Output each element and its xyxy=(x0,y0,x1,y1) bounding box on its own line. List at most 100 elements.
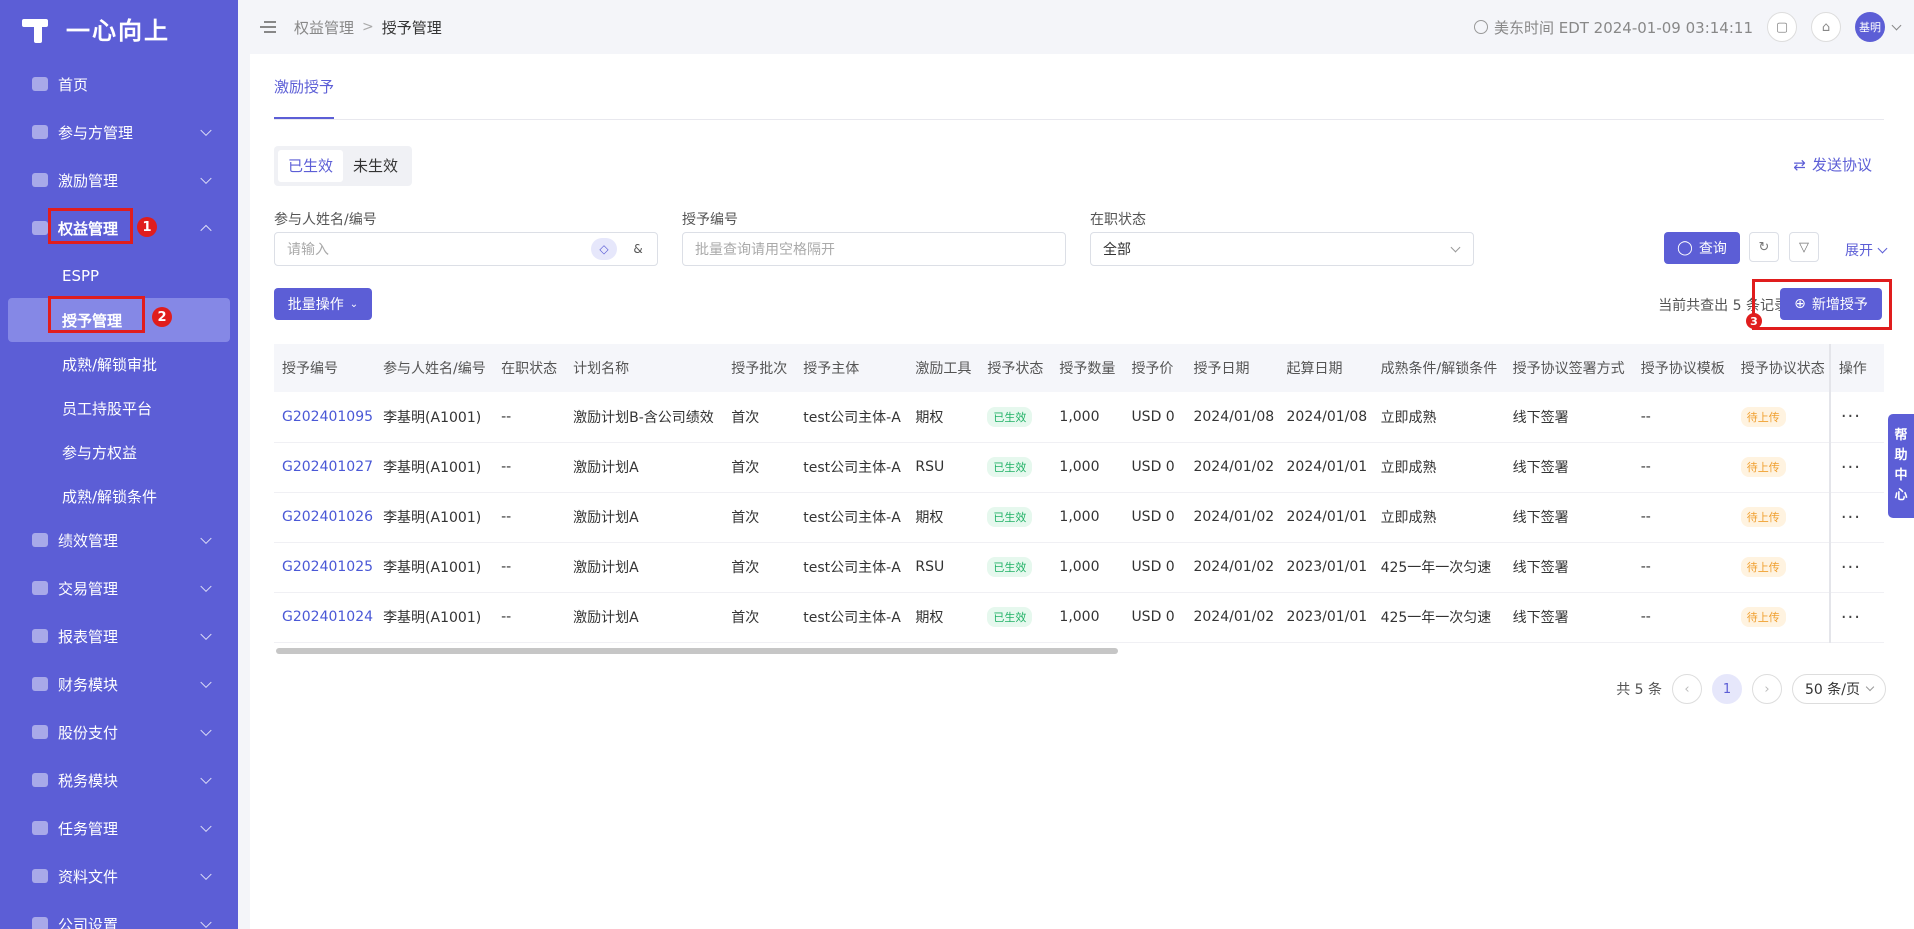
fuzzy-search-icon[interactable]: ◇ xyxy=(591,238,617,260)
sidebar-item-trade[interactable]: 交易管理 xyxy=(8,566,230,610)
sidebar-subitem-vesting-conditions[interactable]: 成熟/解锁条件 xyxy=(8,474,230,518)
sidebar-item-finance[interactable]: 财务模块 xyxy=(8,662,230,706)
batch-operation-button[interactable]: 批量操作 ⌄ xyxy=(274,288,372,320)
finance-icon xyxy=(30,674,50,694)
table-cell: 2024/01/02 xyxy=(1185,542,1279,593)
sidebar-item-company-settings[interactable]: 公司设置 xyxy=(8,902,230,929)
chevron-down-icon[interactable] xyxy=(1891,20,1902,30)
sidebar-item-files[interactable]: 资料文件 xyxy=(8,854,230,898)
column-header: 激励工具 xyxy=(907,344,980,392)
new-grant-button[interactable]: ⊕ 新增授予 xyxy=(1780,288,1882,320)
segment-active[interactable]: 已生效 xyxy=(278,150,344,182)
sidebar-subitem-vesting-approval[interactable]: 成熟/解锁审批 xyxy=(8,342,230,386)
table-cell: ··· xyxy=(1828,492,1884,543)
prev-page-button[interactable]: ‹ xyxy=(1672,674,1702,704)
horizontal-scrollbar[interactable] xyxy=(274,646,1884,656)
column-header: 授予日期 xyxy=(1185,344,1279,392)
sidebar-subitem-espp[interactable]: ESPP xyxy=(8,254,230,298)
sidebar-subitem-esop-platform[interactable]: 员工持股平台 xyxy=(8,386,230,430)
sidebar-item-home[interactable]: 首页 xyxy=(8,62,230,106)
sidebar-item-tax[interactable]: 税务模块 xyxy=(8,758,230,802)
sidebar-item-participants[interactable]: 参与方管理 xyxy=(8,110,230,154)
exact-match-icon[interactable]: & xyxy=(625,238,651,260)
sidebar-item-report[interactable]: 报表管理 xyxy=(8,614,230,658)
chevron-down-icon xyxy=(1877,243,1888,253)
more-actions-icon[interactable]: ··· xyxy=(1839,607,1861,628)
filter-button[interactable]: ▽ xyxy=(1789,232,1819,262)
logo[interactable]: 一心向上 xyxy=(0,0,238,56)
shirt-icon[interactable]: ⌂ xyxy=(1811,12,1841,42)
table-cell: 已生效 xyxy=(979,542,1052,593)
top-bar: 权益管理 > 授予管理 美东时间 EDT 2024-01-09 03:14:11… xyxy=(238,0,1914,54)
next-page-button[interactable]: › xyxy=(1752,674,1782,704)
avatar[interactable]: 基明 xyxy=(1855,12,1885,42)
main-panel: 激励授予 已生效 未生效 ⇄ 发送协议 参与人姓名/编号 请输入 ◇ & 授予编… xyxy=(250,54,1914,929)
grant-no-filter-label: 授予编号 xyxy=(682,212,738,228)
pagination: 共 5 条 ‹ 1 › 50 条/页 xyxy=(1616,674,1886,704)
sidebar-subitem-participant-equity[interactable]: 参与方权益 xyxy=(8,430,230,474)
table-cell: USD 0 xyxy=(1123,442,1186,493)
table-cell: 425一年一次匀速 xyxy=(1372,542,1505,593)
table-cell: 线下签署 xyxy=(1504,492,1633,543)
table-cell: 立即成熟 xyxy=(1372,442,1505,493)
status-badge: 已生效 xyxy=(987,607,1033,627)
column-header: 起算日期 xyxy=(1278,344,1373,392)
chevron-down-icon xyxy=(200,532,212,545)
query-button[interactable]: ◯ 查询 xyxy=(1664,232,1740,264)
breadcrumb-parent[interactable]: 权益管理 xyxy=(294,17,354,38)
agreement-status-badge: 待上传 xyxy=(1740,457,1786,477)
send-agreement-button[interactable]: ⇄ 发送协议 xyxy=(1793,154,1872,175)
column-header: 授予状态 xyxy=(979,344,1052,392)
grant-table: 授予编号 参与人姓名/编号 在职状态 计划名称 授予批次 授予主体 激励工具 授… xyxy=(274,344,1884,643)
help-center-button[interactable]: 帮 助 中 心 xyxy=(1888,414,1914,518)
more-actions-icon[interactable]: ··· xyxy=(1839,406,1861,427)
table-cell: 激励计划B-含公司绩效 xyxy=(565,392,724,443)
chevron-down-icon xyxy=(1865,682,1875,692)
query-label: 查询 xyxy=(1698,241,1727,257)
agreement-status-badge: 待上传 xyxy=(1740,507,1786,527)
sidebar-item-performance[interactable]: 绩效管理 xyxy=(8,518,230,562)
sidebar-item-label: 权益管理 xyxy=(58,219,119,238)
chevron-up-icon xyxy=(200,224,212,237)
grant-number-link[interactable]: G202401024 xyxy=(274,592,376,643)
new-grant-label: 新增授予 xyxy=(1811,297,1868,313)
tab-incentive-grant[interactable]: 激励授予 xyxy=(274,76,335,119)
plus-circle-icon: ⊕ xyxy=(1794,296,1806,312)
table-cell: 立即成熟 xyxy=(1372,392,1505,443)
sidebar-item-incentive[interactable]: 激励管理 xyxy=(8,158,230,202)
sidebar-item-share-payment[interactable]: 股份支付 xyxy=(8,710,230,754)
chevron-down-icon xyxy=(200,628,212,641)
clipboard-icon[interactable]: ▢ xyxy=(1767,12,1797,42)
grant-number-link[interactable]: G202401026 xyxy=(274,492,376,543)
column-header: 授予价 xyxy=(1123,344,1186,392)
column-header: 授予协议签署方式 xyxy=(1504,344,1633,392)
table-header-row: 授予编号 参与人姓名/编号 在职状态 计划名称 授予批次 授予主体 激励工具 授… xyxy=(274,344,1884,392)
sidebar-item-equity[interactable]: 权益管理 xyxy=(8,206,230,250)
table-cell: -- xyxy=(493,442,566,493)
sidebar-subitem-grant-management[interactable]: 授予管理 xyxy=(8,298,230,342)
grant-no-filter-input[interactable]: 批量查询请用空格隔开 xyxy=(682,232,1066,266)
grant-number-link[interactable]: G202401025 xyxy=(274,542,376,593)
segment-inactive[interactable]: 未生效 xyxy=(343,150,408,182)
help-char: 中 xyxy=(1894,468,1908,483)
scrollbar-thumb[interactable] xyxy=(276,648,1118,654)
page-size-select[interactable]: 50 条/页 xyxy=(1792,674,1886,704)
table-cell: 2024/01/01 xyxy=(1278,492,1373,543)
grant-number-link[interactable]: G202401095 xyxy=(274,392,376,443)
reset-button[interactable]: ↻ xyxy=(1749,232,1779,262)
page-number-button[interactable]: 1 xyxy=(1712,674,1742,704)
page-size-value: 50 条/页 xyxy=(1805,682,1860,698)
name-filter-input[interactable]: 请输入 ◇ & xyxy=(274,232,658,266)
grant-number-link[interactable]: G202401027 xyxy=(274,442,376,493)
chevron-down-icon xyxy=(200,580,212,593)
more-actions-icon[interactable]: ··· xyxy=(1839,557,1861,578)
more-actions-icon[interactable]: ··· xyxy=(1839,457,1861,478)
step-marker-1: 1 xyxy=(137,217,157,237)
employment-status-select[interactable]: 全部 xyxy=(1090,232,1474,266)
more-actions-icon[interactable]: ··· xyxy=(1839,507,1861,528)
chevron-down-icon xyxy=(200,676,212,689)
sidebar-item-task[interactable]: 任务管理 xyxy=(8,806,230,850)
status-badge: 已生效 xyxy=(987,457,1033,477)
collapse-menu-icon[interactable] xyxy=(260,20,276,34)
expand-toggle[interactable]: 展开 xyxy=(1845,240,1888,260)
